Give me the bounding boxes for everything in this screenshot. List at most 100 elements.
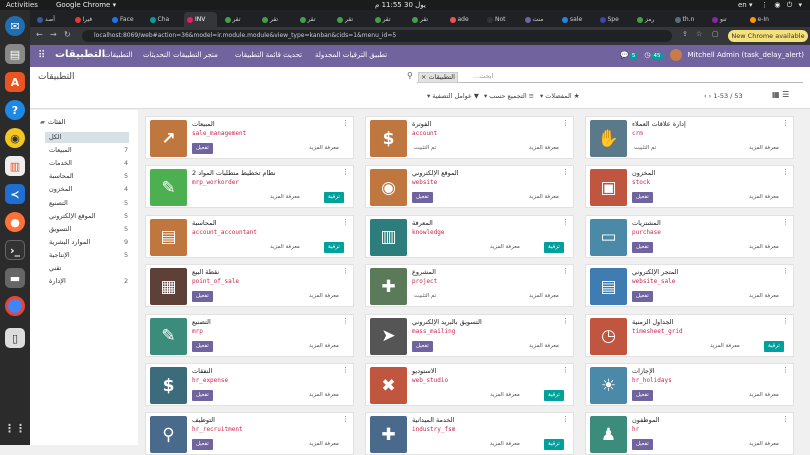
activate-button[interactable]: تفعيل bbox=[192, 143, 213, 154]
app-card[interactable]: ▣ المخزون stock ⋮ تفعيل معرفة المزيد bbox=[585, 165, 794, 209]
browser-tab[interactable]: تقر bbox=[297, 12, 330, 27]
group-by-button[interactable]: ▾ التجميع حسب ≡ bbox=[484, 92, 534, 100]
category-item[interactable]: الموقع الإلكتروني 5 bbox=[45, 211, 129, 222]
clock[interactable]: يول 30 11:55 م bbox=[375, 0, 426, 10]
system-menu[interactable]: ⋮ ◉ ⏻ ▾ bbox=[761, 0, 804, 10]
card-menu-icon[interactable]: ⋮ bbox=[342, 415, 349, 423]
chat-icon[interactable]: 💬 5 bbox=[620, 51, 639, 59]
app-card[interactable]: ◷ الجداول الزمنية timesheet_grid ⋮ ترقية معرف… bbox=[585, 313, 794, 357]
app-card[interactable]: ✚ الخدمة الميدانية industry_fsm ⋮ ترقية معرفة… bbox=[365, 412, 574, 455]
help-icon[interactable]: ? bbox=[5, 100, 25, 120]
chrome-icon[interactable] bbox=[5, 296, 25, 316]
learn-more-link[interactable]: معرفة المزيد bbox=[749, 145, 779, 151]
browser-tab[interactable]: INV bbox=[184, 12, 217, 27]
learn-more-link[interactable]: معرفة المزيد bbox=[749, 244, 779, 250]
category-item[interactable]: المحاسبة 5 bbox=[45, 171, 129, 182]
app-card[interactable]: ✚ المشروع project ⋮ تم التثبيت معرفة المزيد bbox=[365, 264, 574, 308]
category-item[interactable]: الكل bbox=[45, 132, 129, 143]
activate-button[interactable]: تفعيل bbox=[632, 241, 653, 253]
category-item[interactable]: الإدارة 2 bbox=[45, 276, 129, 287]
activate-button[interactable]: تفعيل bbox=[192, 291, 213, 303]
category-item[interactable]: التصنيع 5 bbox=[45, 198, 129, 209]
card-menu-icon[interactable]: ⋮ bbox=[782, 415, 789, 423]
upgrade-button[interactable]: ترقية bbox=[324, 192, 344, 204]
app-card[interactable]: ▤ المحاسبة account_accountant ⋮ ترقية معرفة ا… bbox=[145, 214, 354, 258]
apps-grid-icon[interactable]: ⠿ bbox=[38, 50, 45, 61]
card-menu-icon[interactable]: ⋮ bbox=[342, 168, 349, 176]
card-menu-icon[interactable]: ⋮ bbox=[562, 415, 569, 423]
card-menu-icon[interactable]: ⋮ bbox=[562, 218, 569, 226]
card-menu-icon[interactable]: ⋮ bbox=[782, 119, 789, 127]
app-center-icon[interactable]: A bbox=[5, 72, 25, 92]
brand-title[interactable]: التطبيقات bbox=[55, 49, 105, 60]
activate-button[interactable]: تفعيل bbox=[192, 390, 213, 401]
app-card[interactable]: ▭ المشتريات purchase ⋮ تفعيل معرفة المزيد bbox=[585, 214, 794, 258]
back-icon[interactable]: ← bbox=[36, 30, 43, 39]
category-item[interactable]: الإنتاجية 5 bbox=[45, 250, 129, 261]
browser-tab[interactable]: تقر bbox=[409, 12, 442, 27]
learn-more-link[interactable]: معرفة المزيد bbox=[749, 293, 779, 299]
card-menu-icon[interactable]: ⋮ bbox=[562, 168, 569, 176]
menu-updates[interactable]: التحديثات bbox=[143, 51, 170, 59]
learn-more-link[interactable]: معرفة المزيد bbox=[529, 194, 559, 200]
learn-more-link[interactable]: معرفة المزيد bbox=[529, 343, 559, 349]
browser-tab[interactable]: e-In bbox=[747, 12, 780, 27]
view-switcher[interactable]: ▦ ☰ bbox=[772, 90, 789, 99]
card-menu-icon[interactable]: ⋮ bbox=[782, 267, 789, 275]
category-item[interactable]: المخزون 4 bbox=[45, 184, 129, 195]
favorites-button[interactable]: ▾ المفضلات ★ bbox=[540, 92, 580, 100]
reload-icon[interactable]: ↻ bbox=[64, 30, 71, 39]
upgrade-button[interactable]: ترقية bbox=[324, 241, 344, 253]
browser-tab[interactable]: Spe bbox=[597, 12, 630, 27]
card-menu-icon[interactable]: ⋮ bbox=[782, 218, 789, 226]
menu-apps[interactable]: التطبيقات bbox=[104, 51, 132, 59]
card-menu-icon[interactable]: ⋮ bbox=[782, 168, 789, 176]
menu-scheduled-upgrades[interactable]: تطبيق الترقيات المجدولة bbox=[315, 51, 387, 59]
learn-more-link[interactable]: معرفة المزيد bbox=[490, 392, 520, 398]
activity-icon[interactable]: ◷ 45 bbox=[644, 51, 664, 59]
learn-more-link[interactable]: معرفة المزيد bbox=[749, 392, 779, 398]
category-item[interactable]: تقني bbox=[45, 263, 129, 274]
app-card[interactable]: ☀ الإجازات hr_holidays ⋮ تفعيل معرفة المزيد bbox=[585, 363, 794, 406]
extensions-icon[interactable]: ▢ bbox=[712, 30, 719, 38]
filters-button[interactable]: ▾ عوامل التصفية ▼ bbox=[427, 92, 479, 100]
search-icon[interactable]: ⚲ bbox=[407, 71, 413, 80]
learn-more-link[interactable]: معرفة المزيد bbox=[749, 194, 779, 200]
terminal-icon[interactable]: ›_ bbox=[5, 240, 25, 260]
show-apps-icon[interactable]: ⋮⋮ bbox=[4, 418, 26, 438]
learn-more-link[interactable]: معرفة المزيد bbox=[309, 293, 339, 299]
share-icon[interactable]: ⇪ bbox=[682, 30, 688, 38]
card-menu-icon[interactable]: ⋮ bbox=[782, 317, 789, 325]
app-card[interactable]: ▥ المعرفة knowledge ⋮ ترقية معرفة المزيد bbox=[365, 214, 574, 258]
learn-more-link[interactable]: معرفة المزيد bbox=[490, 244, 520, 250]
browser-tab[interactable]: رمز bbox=[634, 12, 667, 27]
app-card[interactable]: ▤ المتجر الإلكتروني website_sale ⋮ تفعيل معرف… bbox=[585, 264, 794, 308]
learn-more-link[interactable]: معرفة المزيد bbox=[270, 194, 300, 200]
app-card[interactable]: ♟ الموظفون hr ⋮ تفعيل معرفة المزيد bbox=[585, 412, 794, 455]
app-card[interactable]: ✋ إدارة علاقات العملاء crm ⋮ تم التثبيت معرفة… bbox=[585, 116, 794, 159]
category-item[interactable]: الموارد البشرية 9 bbox=[45, 237, 129, 248]
activate-button[interactable]: تفعيل bbox=[632, 192, 653, 204]
office-icon[interactable]: ▥ bbox=[5, 156, 25, 176]
browser-tab[interactable]: Not bbox=[484, 12, 517, 27]
category-item[interactable]: الخدمات 4 bbox=[45, 158, 129, 169]
language-indicator[interactable]: en ▾ bbox=[738, 0, 752, 10]
thunderbird-icon[interactable]: ✉ bbox=[5, 16, 25, 36]
search-facet[interactable]: × التطبيقات bbox=[418, 72, 458, 83]
card-menu-icon[interactable]: ⋮ bbox=[562, 119, 569, 127]
activate-button[interactable]: تفعيل bbox=[192, 340, 213, 352]
app-card[interactable]: ➤ التسويق بالبريد الإلكتروني mass_mailing ⋮… bbox=[365, 313, 574, 357]
learn-more-link[interactable]: معرفة المزيد bbox=[309, 145, 339, 151]
browser-tab[interactable]: أصد bbox=[34, 12, 67, 27]
browser-tab[interactable]: th.n bbox=[672, 12, 705, 27]
activate-button[interactable]: تفعيل bbox=[632, 291, 653, 303]
browser-tab[interactable]: تقر bbox=[372, 12, 405, 27]
app-card[interactable]: ⚲ التوظيف hr_recruitment ⋮ تفعيل معرفة المزيد bbox=[145, 412, 354, 455]
browser-tab[interactable]: Face bbox=[109, 12, 142, 27]
learn-more-link[interactable]: معرفة المزيد bbox=[529, 293, 559, 299]
browser-tab[interactable]: تقر bbox=[222, 12, 255, 27]
card-menu-icon[interactable]: ⋮ bbox=[562, 366, 569, 374]
app-card[interactable]: ✖ الاستوديو web_studio ⋮ ترقية معرفة المزيد bbox=[365, 363, 574, 406]
activate-button[interactable]: تفعيل bbox=[412, 340, 433, 352]
upgrade-button[interactable]: ترقية bbox=[544, 390, 564, 401]
